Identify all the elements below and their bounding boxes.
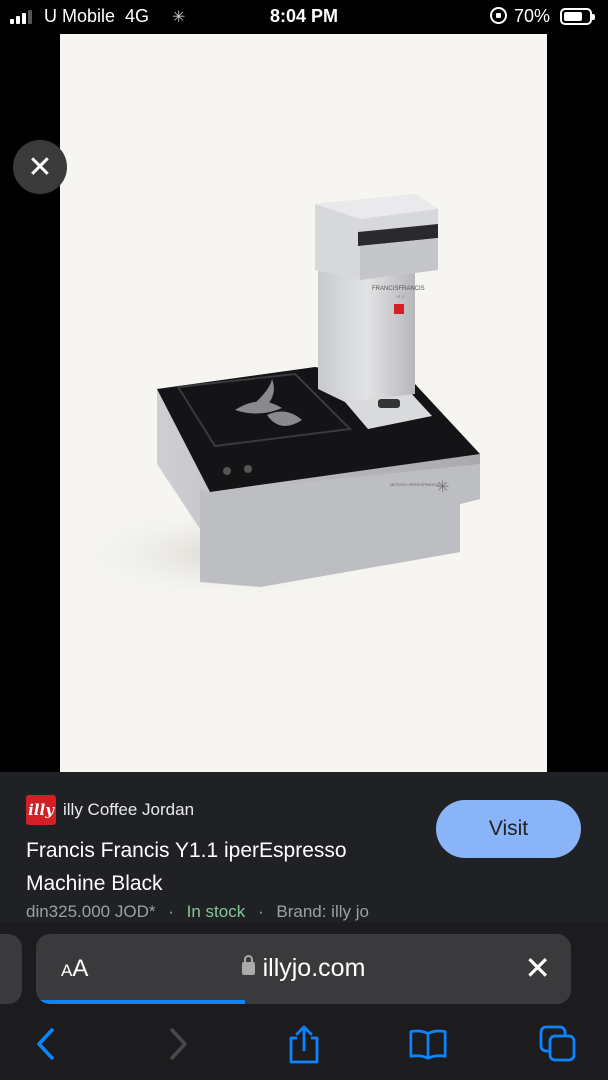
book-icon <box>409 1029 447 1060</box>
close-button[interactable]: ✕ <box>13 140 67 194</box>
close-icon: ✕ <box>27 150 53 184</box>
method-text: METODO IPERESPRESSO <box>390 482 440 487</box>
status-bar: U Mobile 4G ✳ 8:04 PM 70% <box>0 0 608 34</box>
browser-toolbar <box>0 1018 608 1074</box>
chevron-left-icon <box>37 1028 54 1060</box>
battery-icon <box>560 8 595 25</box>
product-image[interactable]: FRANCISFRANCIS Y1.1 METODO IPERESPRESSO … <box>60 34 547 772</box>
page-load-progress <box>36 1000 245 1004</box>
product-title[interactable]: Francis Francis Y1.1 iperEspresso Machin… <box>26 834 426 900</box>
espresso-machine-illustration: FRANCISFRANCIS Y1.1 METODO IPERESPRESSO … <box>60 194 480 604</box>
back-button[interactable] <box>26 1024 66 1064</box>
rotation-lock-icon <box>490 7 507 24</box>
previous-tab-preview[interactable] <box>0 934 22 1004</box>
visit-button[interactable]: Visit <box>436 800 581 858</box>
url-display[interactable]: illyjo.com <box>36 954 571 983</box>
battery-percent: 70% <box>514 6 551 26</box>
product-brand: Brand: illy jo <box>276 902 369 921</box>
tabs-icon <box>539 1025 576 1062</box>
separator: · <box>168 902 174 921</box>
address-bar[interactable]: AA illyjo.com ✕ <box>36 934 571 1004</box>
bookmarks-button[interactable] <box>408 1024 448 1064</box>
separator: · <box>257 902 264 921</box>
product-meta: din325.000 JOD* · In stock · Brand: illy… <box>26 902 369 922</box>
asterisk-logo-icon: ✳ <box>436 477 449 496</box>
image-viewer: FRANCISFRANCIS Y1.1 METODO IPERESPRESSO … <box>0 34 608 772</box>
share-button[interactable] <box>284 1024 324 1064</box>
site-logo: illy <box>26 795 56 825</box>
share-icon <box>289 1025 319 1064</box>
product-price: din325.000 JOD* <box>26 902 156 921</box>
machine-model-text: Y1.1 <box>396 294 405 299</box>
lock-icon <box>241 955 255 975</box>
illy-machine-badge <box>394 304 404 314</box>
url-text: illyjo.com <box>262 954 366 982</box>
availability: In stock <box>186 902 246 921</box>
close-icon: ✕ <box>524 950 551 986</box>
tabs-button[interactable] <box>538 1024 578 1064</box>
chevron-right-icon <box>170 1028 187 1060</box>
browser-bottom-bar: AA illyjo.com ✕ <box>0 922 608 1080</box>
machine-brand-text: FRANCISFRANCIS <box>372 286 425 292</box>
stop-loading-button[interactable]: ✕ <box>524 950 551 986</box>
product-info-panel: illy illy Coffee Jordan Francis Francis … <box>0 772 608 922</box>
forward-button[interactable] <box>158 1024 198 1064</box>
site-name[interactable]: illy Coffee Jordan <box>63 800 194 820</box>
